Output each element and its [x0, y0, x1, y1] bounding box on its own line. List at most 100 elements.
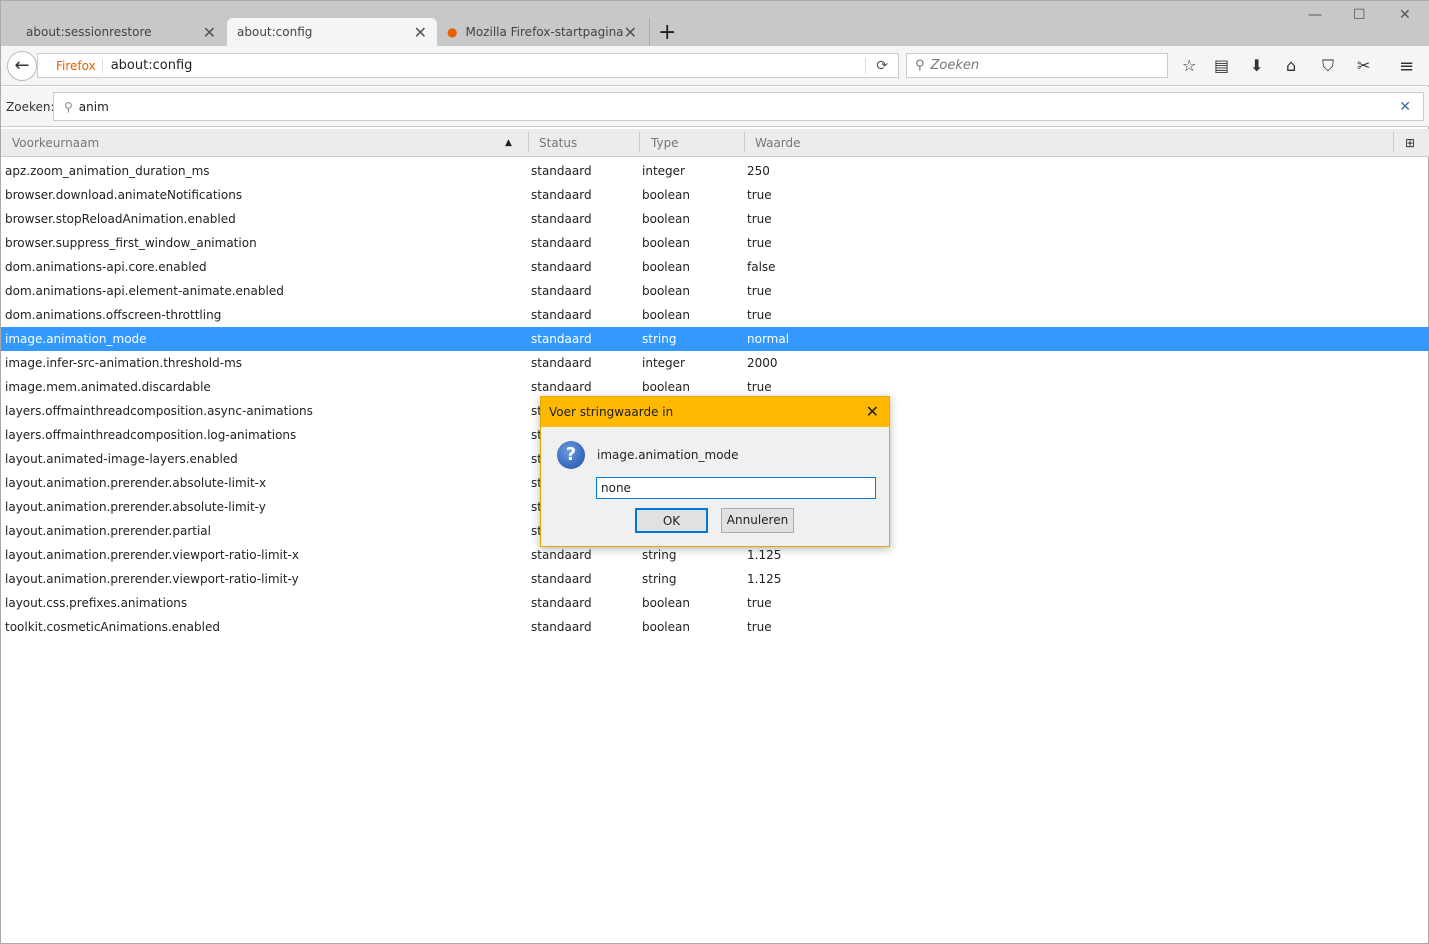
title-bar: about:sessionrestore ✕ about:config ✕ ● Moz… — [1, 1, 1429, 46]
pref-name: browser.stopReloadAnimation.enabled — [5, 212, 236, 226]
table-row[interactable]: toolkit.cosmeticAnimations.enabled standa… — [1, 615, 1429, 639]
pref-status: standaard — [531, 380, 592, 394]
column-name[interactable]: Voorkeurnaam — [12, 136, 99, 150]
tab-label: Mozilla Firefox-startpagina — [465, 25, 624, 39]
table-row[interactable]: dom.animations-api.element-animate.enabl… — [1, 279, 1429, 303]
tab-sessionrestore[interactable]: about:sessionrestore ✕ — [1, 18, 226, 46]
table-row[interactable]: browser.stopReloadAnimation.enabled stand… — [1, 207, 1429, 231]
back-button[interactable]: ← — [7, 51, 37, 81]
pref-status: standaard — [531, 260, 592, 274]
pref-type: boolean — [642, 380, 690, 394]
pref-name: toolkit.cosmeticAnimations.enabled — [5, 620, 220, 634]
pref-type: string — [642, 548, 677, 562]
pref-value: true — [747, 188, 772, 202]
pref-status: standaard — [531, 164, 592, 178]
string-prompt-dialog: Voer stringwaarde in ✕ ? image.animation_… — [540, 396, 890, 547]
home-icon[interactable]: ⌂ — [1286, 56, 1296, 75]
table-row[interactable]: dom.animations-api.core.enabled standaard… — [1, 255, 1429, 279]
pref-value: true — [747, 596, 772, 610]
pref-value: true — [747, 212, 772, 226]
pref-name: layout.css.prefixes.animations — [5, 596, 188, 610]
pref-value: 250 — [747, 164, 770, 178]
value-input[interactable]: none — [596, 477, 876, 499]
table-row[interactable]: apz.zoom_animation_duration_ms standaard i… — [1, 159, 1429, 183]
bookmark-star-icon[interactable]: ☆ — [1182, 56, 1196, 75]
tab-label: about:config — [237, 25, 313, 39]
pref-name: image.animation_mode — [5, 332, 147, 346]
table-row[interactable]: image.infer-src-animation.threshold-ms st… — [1, 351, 1429, 375]
pref-value: true — [747, 284, 772, 298]
url-bar[interactable]: Firefox about:config ⟳ — [37, 53, 899, 78]
search-input[interactable]: ⚲ Zoeken — [906, 53, 1168, 78]
screenshot-icon[interactable]: ✂ — [1357, 56, 1370, 75]
identity-label[interactable]: Firefox — [56, 58, 103, 73]
minimize-icon[interactable]: — — [1308, 7, 1322, 23]
pref-type: integer — [642, 356, 685, 370]
pref-name: layout.animation.prerender.absolute-limi… — [5, 500, 266, 514]
question-icon: ? — [557, 441, 585, 469]
pref-type: string — [642, 572, 677, 586]
bookmarks-menu-icon[interactable]: ▤ — [1214, 56, 1229, 75]
filter-value: anim — [78, 99, 109, 114]
column-type[interactable]: Type — [651, 136, 679, 150]
dialog-message: image.animation_mode — [597, 448, 739, 462]
pref-type: boolean — [642, 212, 690, 226]
column-status[interactable]: Status — [539, 136, 577, 150]
close-tab-icon[interactable]: ✕ — [203, 23, 216, 42]
table-row[interactable]: dom.animations.offscreen-throttling stand… — [1, 303, 1429, 327]
pocket-icon[interactable]: ⛉ — [1322, 56, 1334, 76]
download-icon[interactable]: ⬇ — [1250, 56, 1263, 75]
pref-status: standaard — [531, 284, 592, 298]
table-header: Voorkeurnaam ▲ Status Type Waarde ⊞ — [1, 129, 1429, 157]
filter-input[interactable]: ⚲ anim ✕ — [53, 92, 1424, 121]
table-row[interactable]: layout.animation.prerender.viewport-rati… — [1, 567, 1429, 591]
pref-name: browser.download.animateNotifications — [5, 188, 243, 202]
pref-value: true — [747, 308, 772, 322]
tab-config[interactable]: about:config ✕ — [227, 18, 437, 46]
nav-bar: ← Firefox about:config ⟳ ⚲ Zoeken ☆ ▤ ⬇ ⌂… — [1, 46, 1429, 86]
table-row[interactable]: browser.suppress_first_window_animation s… — [1, 231, 1429, 255]
pref-name: image.mem.animated.discardable — [5, 380, 211, 394]
close-tab-icon[interactable]: ✕ — [414, 23, 427, 42]
pref-value: false — [747, 260, 776, 274]
dialog-title: Voer stringwaarde in — [549, 405, 674, 419]
pref-type: boolean — [642, 620, 690, 634]
pref-value: 1.125 — [747, 548, 782, 562]
column-value[interactable]: Waarde — [755, 136, 801, 150]
cancel-button[interactable]: Annuleren — [721, 508, 794, 533]
pref-name: layout.animation.prerender.viewport-rati… — [5, 572, 299, 586]
pref-value: true — [747, 380, 772, 394]
pref-status: standaard — [531, 620, 592, 634]
pref-status: standaard — [531, 332, 592, 346]
clear-icon[interactable]: ✕ — [1399, 99, 1411, 115]
pref-type: string — [642, 332, 677, 346]
menu-icon[interactable]: ≡ — [1399, 56, 1414, 77]
pref-status: standaard — [531, 356, 592, 370]
close-window-icon[interactable]: ✕ — [1399, 7, 1411, 23]
pref-status: standaard — [531, 572, 592, 586]
table-row[interactable]: image.animation_mode standaard string norma… — [1, 327, 1429, 351]
search-icon: ⚲ — [64, 99, 73, 114]
close-tab-icon[interactable]: ✕ — [624, 23, 637, 42]
pref-name: browser.suppress_first_window_animation — [5, 236, 257, 250]
ok-button[interactable]: OK — [635, 508, 708, 533]
table-row[interactable]: browser.download.animateNotifications sta… — [1, 183, 1429, 207]
tab-startpage[interactable]: ● Mozilla Firefox-startpagina ✕ — [439, 18, 647, 46]
pref-name: layout.animation.prerender.viewport-rati… — [5, 548, 299, 562]
maximize-icon[interactable]: ☐ — [1353, 7, 1366, 23]
new-tab-button[interactable]: + — [649, 18, 684, 46]
pref-type: integer — [642, 164, 685, 178]
pref-status: standaard — [531, 212, 592, 226]
reload-icon[interactable]: ⟳ — [865, 57, 888, 74]
url-text: about:config — [110, 58, 193, 73]
pref-name: dom.animations-api.element-animate.enabl… — [5, 284, 284, 298]
column-picker-icon[interactable]: ⊞ — [1405, 136, 1415, 150]
pref-name: layers.offmainthreadcomposition.log-anim… — [5, 428, 297, 442]
table-row[interactable]: layout.css.prefixes.animations standaard b… — [1, 591, 1429, 615]
pref-status: standaard — [531, 236, 592, 250]
pref-value: true — [747, 236, 772, 250]
pref-name: layout.animation.prerender.partial — [5, 524, 211, 538]
close-icon[interactable]: ✕ — [866, 402, 879, 421]
pref-value: 1.125 — [747, 572, 782, 586]
search-placeholder: Zoeken — [930, 58, 980, 73]
